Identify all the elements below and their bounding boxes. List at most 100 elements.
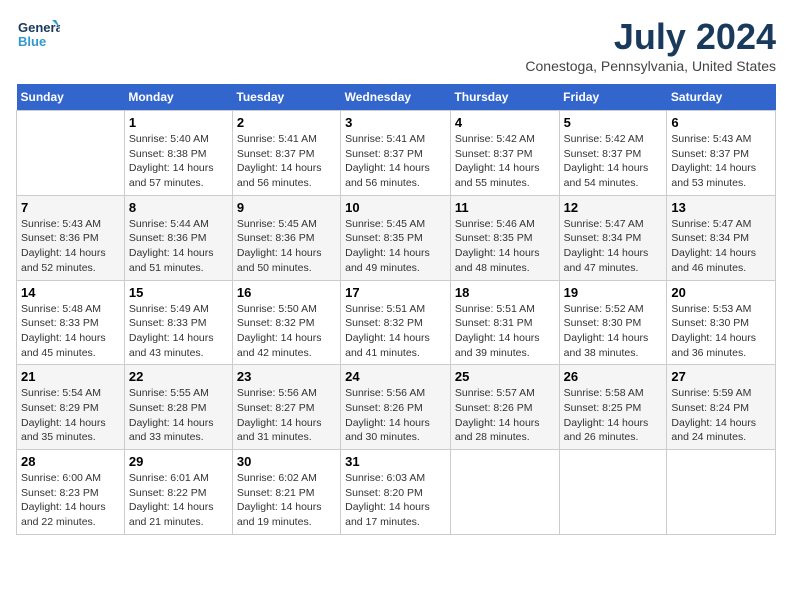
day-number: 22 [129,369,228,384]
day-info: Sunrise: 5:58 AM Sunset: 8:25 PM Dayligh… [564,386,663,445]
svg-text:Blue: Blue [18,34,46,49]
day-number: 21 [21,369,120,384]
calendar-cell: 13 Sunrise: 5:47 AM Sunset: 8:34 PM Dayli… [667,195,776,280]
day-info: Sunrise: 5:40 AM Sunset: 8:38 PM Dayligh… [129,132,228,191]
day-number: 27 [671,369,771,384]
calendar-cell: 15 Sunrise: 5:49 AM Sunset: 8:33 PM Dayli… [124,280,232,365]
calendar-cell: 29 Sunrise: 6:01 AM Sunset: 8:22 PM Dayli… [124,450,232,535]
calendar-cell: 21 Sunrise: 5:54 AM Sunset: 8:29 PM Dayli… [17,365,125,450]
day-info: Sunrise: 5:57 AM Sunset: 8:26 PM Dayligh… [455,386,555,445]
calendar-table: SundayMondayTuesdayWednesdayThursdayFrid… [16,84,776,535]
day-number: 31 [345,454,446,469]
logo-svg: General Blue [16,16,60,60]
day-number: 19 [564,285,663,300]
calendar-cell [559,450,667,535]
day-number: 18 [455,285,555,300]
day-number: 28 [21,454,120,469]
day-number: 24 [345,369,446,384]
day-number: 30 [237,454,336,469]
week-row-2: 7Sunrise: 5:43 AM Sunset: 8:36 PM Daylig… [17,195,776,280]
calendar-cell: 2 Sunrise: 5:41 AM Sunset: 8:37 PM Daylig… [232,111,340,196]
calendar-cell: 7Sunrise: 5:43 AM Sunset: 8:36 PM Daylig… [17,195,125,280]
calendar-cell: 6Sunrise: 5:43 AM Sunset: 8:37 PM Daylig… [667,111,776,196]
day-info: Sunrise: 5:54 AM Sunset: 8:29 PM Dayligh… [21,386,120,445]
day-header-friday: Friday [559,84,667,111]
day-number: 14 [21,285,120,300]
day-info: Sunrise: 6:00 AM Sunset: 8:23 PM Dayligh… [21,471,120,530]
calendar-header: SundayMondayTuesdayWednesdayThursdayFrid… [17,84,776,111]
calendar-cell: 23 Sunrise: 5:56 AM Sunset: 8:27 PM Dayli… [232,365,340,450]
week-row-3: 14 Sunrise: 5:48 AM Sunset: 8:33 PM Dayli… [17,280,776,365]
day-header-monday: Monday [124,84,232,111]
day-info: Sunrise: 5:42 AM Sunset: 8:37 PM Dayligh… [564,132,663,191]
day-info: Sunrise: 5:56 AM Sunset: 8:27 PM Dayligh… [237,386,336,445]
calendar-cell: 27 Sunrise: 5:59 AM Sunset: 8:24 PM Dayli… [667,365,776,450]
main-title: July 2024 [525,16,776,58]
day-info: Sunrise: 5:53 AM Sunset: 8:30 PM Dayligh… [671,302,771,361]
logo: General Blue [16,16,60,60]
day-info: Sunrise: 5:41 AM Sunset: 8:37 PM Dayligh… [345,132,446,191]
svg-text:General: General [18,20,60,35]
day-info: Sunrise: 6:01 AM Sunset: 8:22 PM Dayligh… [129,471,228,530]
header: General Blue July 2024 Conestoga, Pennsy… [16,16,776,74]
day-info: Sunrise: 5:48 AM Sunset: 8:33 PM Dayligh… [21,302,120,361]
calendar-cell: 30 Sunrise: 6:02 AM Sunset: 8:21 PM Dayli… [232,450,340,535]
calendar-cell [450,450,559,535]
day-info: Sunrise: 5:41 AM Sunset: 8:37 PM Dayligh… [237,132,336,191]
calendar-cell: 8Sunrise: 5:44 AM Sunset: 8:36 PM Daylig… [124,195,232,280]
day-number: 5 [564,115,663,130]
calendar-cell: 22 Sunrise: 5:55 AM Sunset: 8:28 PM Dayli… [124,365,232,450]
day-number: 13 [671,200,771,215]
day-info: Sunrise: 5:51 AM Sunset: 8:32 PM Dayligh… [345,302,446,361]
day-info: Sunrise: 5:50 AM Sunset: 8:32 PM Dayligh… [237,302,336,361]
title-area: July 2024 Conestoga, Pennsylvania, Unite… [525,16,776,74]
calendar-cell: 24 Sunrise: 5:56 AM Sunset: 8:26 PM Dayli… [341,365,451,450]
calendar-cell: 31 Sunrise: 6:03 AM Sunset: 8:20 PM Dayli… [341,450,451,535]
day-info: Sunrise: 5:55 AM Sunset: 8:28 PM Dayligh… [129,386,228,445]
day-number: 1 [129,115,228,130]
day-info: Sunrise: 5:59 AM Sunset: 8:24 PM Dayligh… [671,386,771,445]
day-number: 29 [129,454,228,469]
calendar-cell: 28 Sunrise: 6:00 AM Sunset: 8:23 PM Dayli… [17,450,125,535]
calendar-cell: 18 Sunrise: 5:51 AM Sunset: 8:31 PM Dayli… [450,280,559,365]
day-number: 4 [455,115,555,130]
calendar-cell: 10Sunrise: 5:45 AM Sunset: 8:35 PM Dayli… [341,195,451,280]
day-number: 9 [237,200,336,215]
day-number: 20 [671,285,771,300]
day-info: Sunrise: 5:42 AM Sunset: 8:37 PM Dayligh… [455,132,555,191]
day-info: Sunrise: 5:47 AM Sunset: 8:34 PM Dayligh… [564,217,663,276]
week-row-1: 1 Sunrise: 5:40 AM Sunset: 8:38 PM Daylig… [17,111,776,196]
calendar-cell [667,450,776,535]
calendar-cell: 4 Sunrise: 5:42 AM Sunset: 8:37 PM Daylig… [450,111,559,196]
day-info: Sunrise: 5:52 AM Sunset: 8:30 PM Dayligh… [564,302,663,361]
day-info: Sunrise: 5:51 AM Sunset: 8:31 PM Dayligh… [455,302,555,361]
day-number: 16 [237,285,336,300]
day-number: 12 [564,200,663,215]
day-info: Sunrise: 5:56 AM Sunset: 8:26 PM Dayligh… [345,386,446,445]
day-number: 7 [21,200,120,215]
day-info: Sunrise: 5:44 AM Sunset: 8:36 PM Dayligh… [129,217,228,276]
calendar-cell: 3Sunrise: 5:41 AM Sunset: 8:37 PM Daylig… [341,111,451,196]
calendar-cell: 25 Sunrise: 5:57 AM Sunset: 8:26 PM Dayli… [450,365,559,450]
day-info: Sunrise: 5:49 AM Sunset: 8:33 PM Dayligh… [129,302,228,361]
day-number: 10 [345,200,446,215]
day-number: 2 [237,115,336,130]
day-number: 17 [345,285,446,300]
day-info: Sunrise: 6:02 AM Sunset: 8:21 PM Dayligh… [237,471,336,530]
calendar-cell: 16 Sunrise: 5:50 AM Sunset: 8:32 PM Dayli… [232,280,340,365]
day-number: 15 [129,285,228,300]
day-header-wednesday: Wednesday [341,84,451,111]
calendar-cell: 26Sunrise: 5:58 AM Sunset: 8:25 PM Dayli… [559,365,667,450]
calendar-cell: 14 Sunrise: 5:48 AM Sunset: 8:33 PM Dayli… [17,280,125,365]
day-number: 25 [455,369,555,384]
day-info: Sunrise: 6:03 AM Sunset: 8:20 PM Dayligh… [345,471,446,530]
calendar-cell: 1 Sunrise: 5:40 AM Sunset: 8:38 PM Daylig… [124,111,232,196]
day-number: 23 [237,369,336,384]
day-header-saturday: Saturday [667,84,776,111]
day-info: Sunrise: 5:47 AM Sunset: 8:34 PM Dayligh… [671,217,771,276]
calendar-cell [17,111,125,196]
calendar-cell: 17 Sunrise: 5:51 AM Sunset: 8:32 PM Dayli… [341,280,451,365]
calendar-cell: 20 Sunrise: 5:53 AM Sunset: 8:30 PM Dayli… [667,280,776,365]
calendar-cell: 19 Sunrise: 5:52 AM Sunset: 8:30 PM Dayli… [559,280,667,365]
day-info: Sunrise: 5:46 AM Sunset: 8:35 PM Dayligh… [455,217,555,276]
